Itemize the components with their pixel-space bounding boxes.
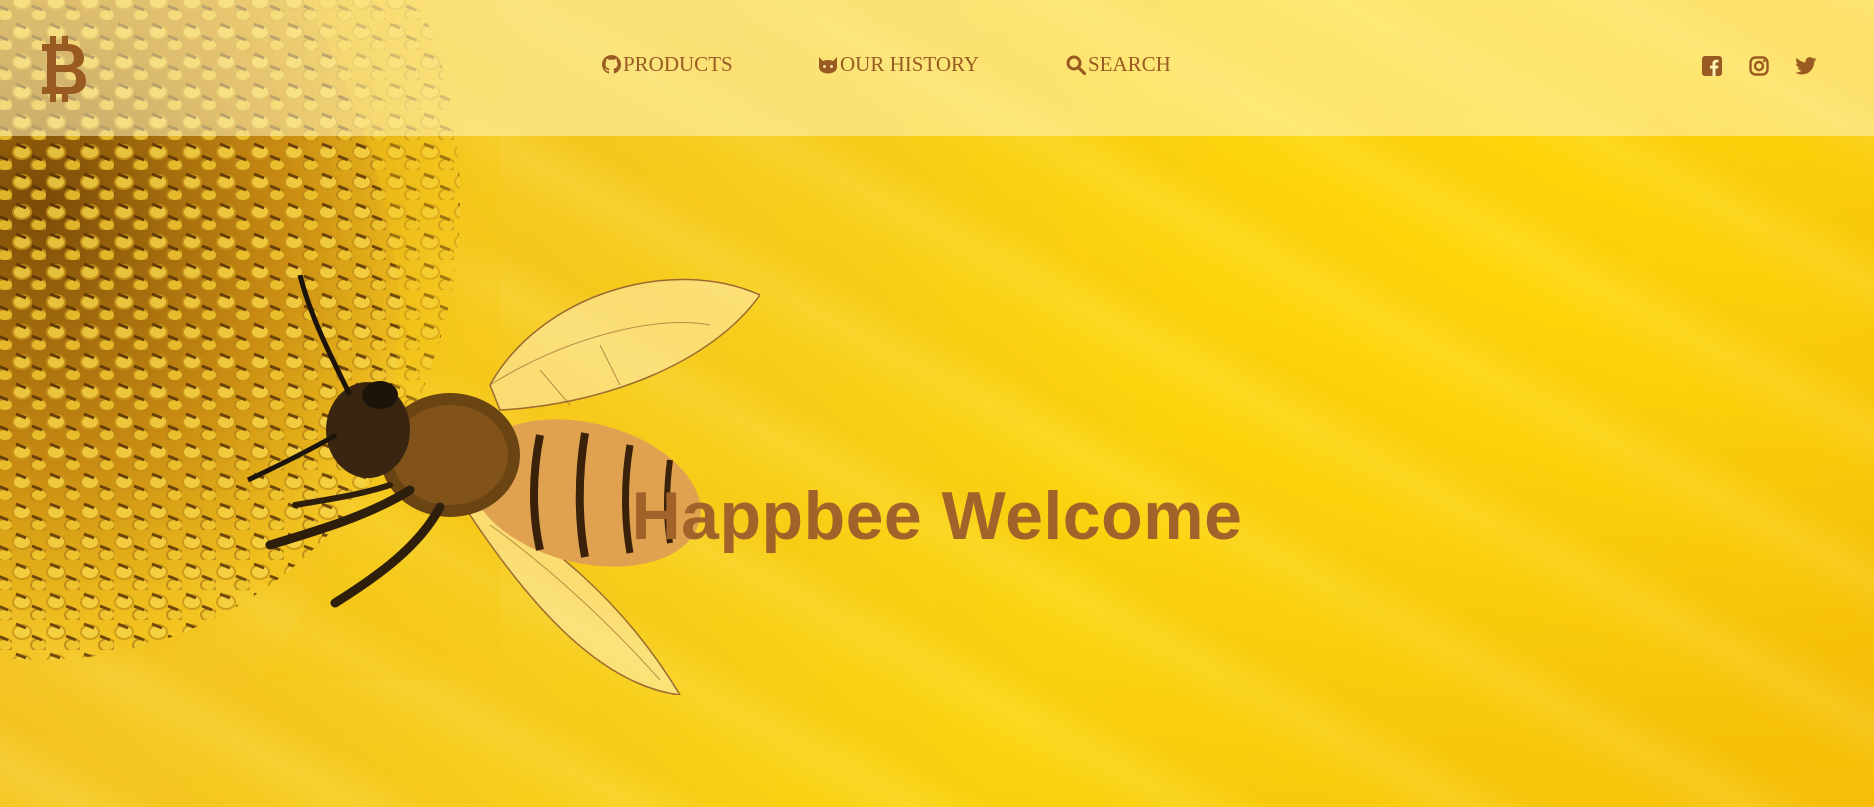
search-icon <box>1066 55 1086 75</box>
nav-item-label: OUR HISTORY <box>840 52 980 76</box>
facebook-icon <box>1702 56 1722 76</box>
nav-item-search[interactable]: SEARCH <box>1066 52 1171 77</box>
nav-item-products[interactable]: PRODUCTS <box>602 52 733 77</box>
cat-icon <box>819 56 837 73</box>
logo[interactable] <box>36 34 88 104</box>
instagram-icon <box>1749 56 1769 76</box>
nav-item-label: PRODUCTS <box>623 52 733 76</box>
facebook-link[interactable] <box>1700 54 1724 78</box>
twitter-link[interactable] <box>1794 54 1818 78</box>
github-icon <box>602 55 621 74</box>
twitter-icon <box>1795 57 1817 75</box>
nav-item-label: SEARCH <box>1088 52 1171 76</box>
instagram-link[interactable] <box>1747 54 1771 78</box>
page: PRODUCTS OUR HISTORY SEARCH Happbee Welc… <box>0 0 1874 807</box>
nav-item-our-history[interactable]: OUR HISTORY <box>818 52 979 77</box>
site-header: PRODUCTS OUR HISTORY SEARCH <box>0 0 1874 136</box>
bitcoin-icon <box>42 36 86 102</box>
hero-title: Happbee Welcome <box>631 477 1243 554</box>
